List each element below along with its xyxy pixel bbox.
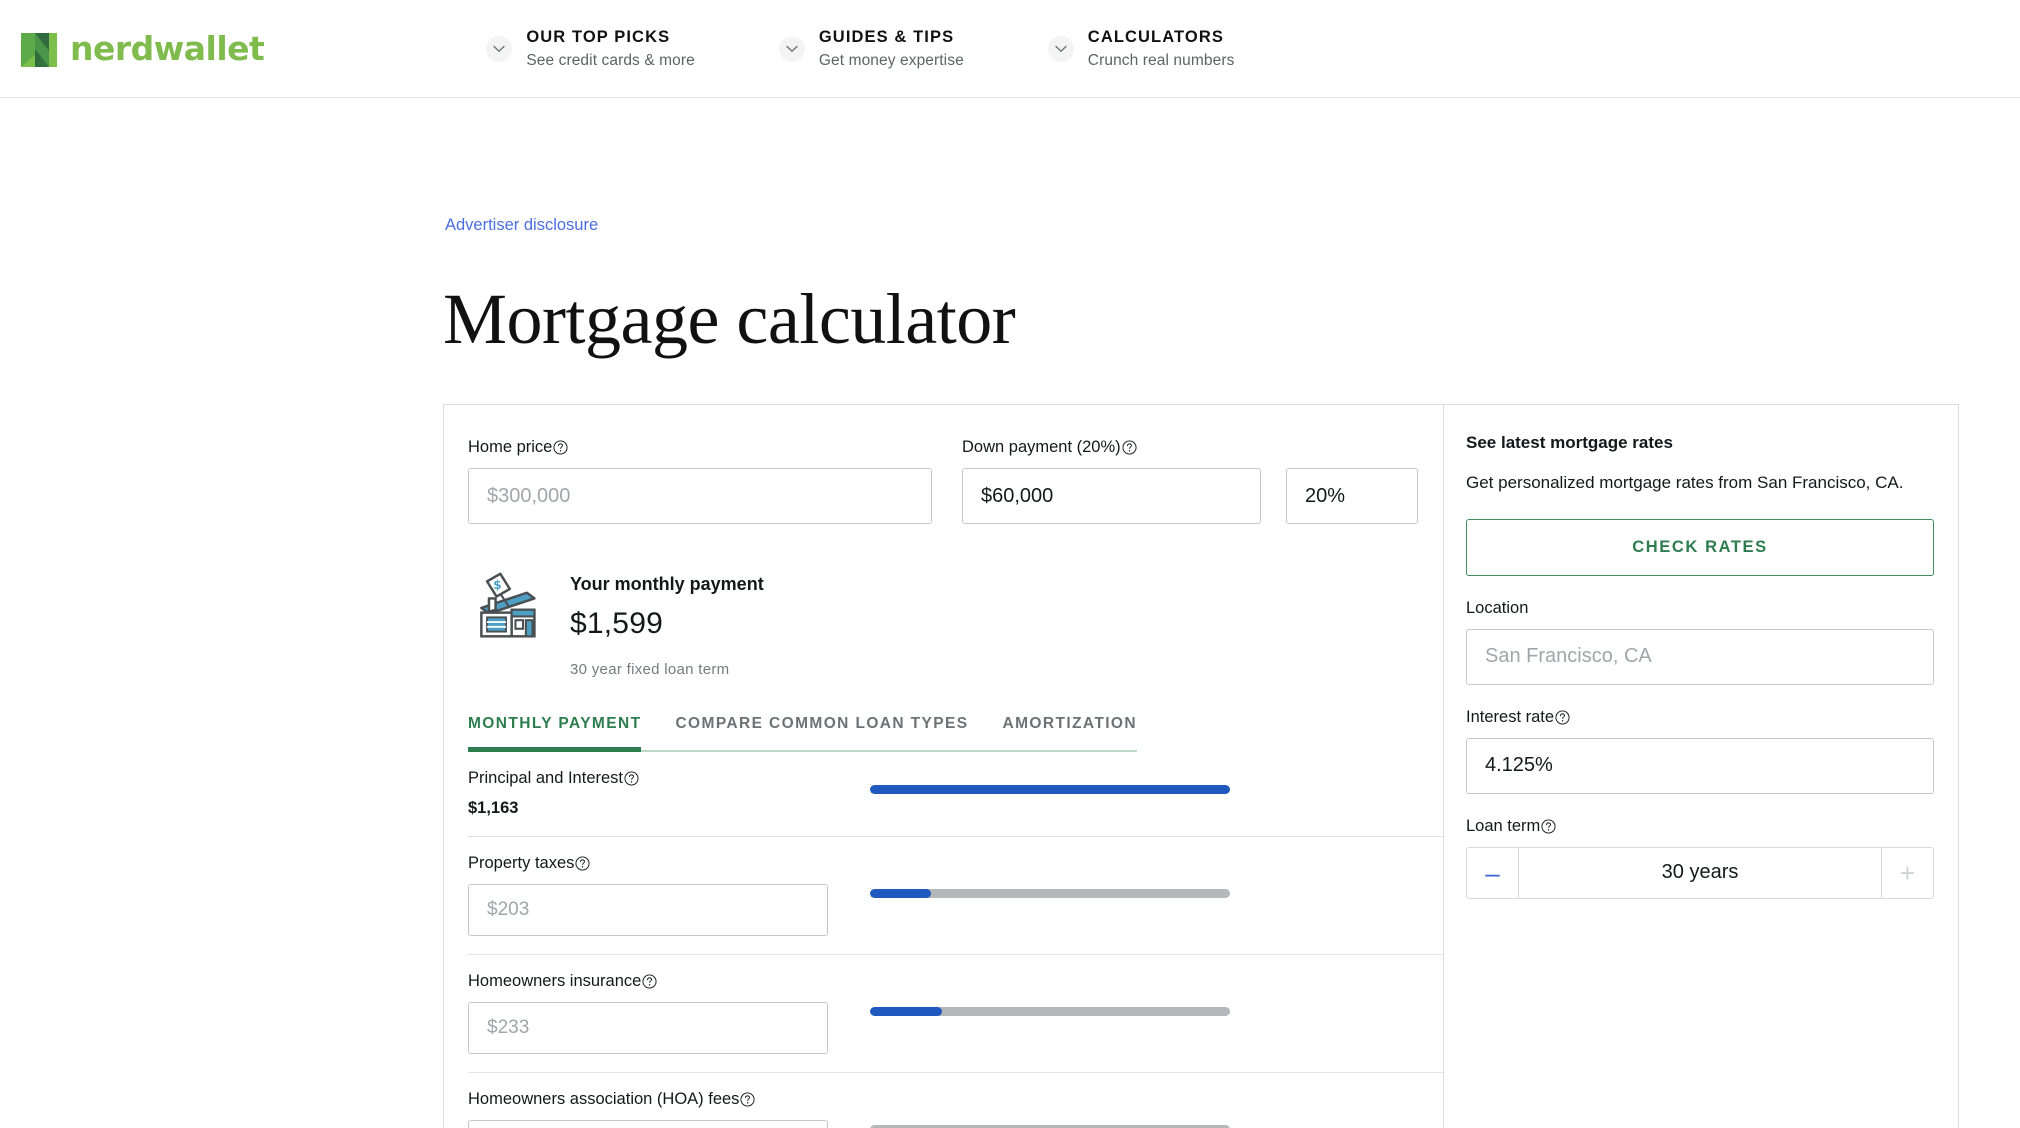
chevron-down-icon xyxy=(779,36,805,62)
nav-title: OUR TOP PICKS xyxy=(526,28,695,47)
mortgage-calculator-card: Home price $300,000 Down payment (20%) xyxy=(443,404,1959,1128)
breakdown-row-homeowners-insurance: Homeowners insurance $233 xyxy=(468,955,1443,1073)
monthly-payment-texts: Your monthly payment $1,599 30 year fixe… xyxy=(570,568,764,678)
page-title: Mortgage calculator xyxy=(443,278,1015,361)
nav-item-our-top-picks[interactable]: OUR TOP PICKS See credit cards & more xyxy=(486,28,695,70)
nav-title: GUIDES & TIPS xyxy=(819,28,964,47)
advertiser-disclosure-link[interactable]: Advertiser disclosure xyxy=(445,216,598,235)
help-question-icon[interactable] xyxy=(642,974,657,989)
site-header: nerdwallet OUR TOP PICKS See credit card… xyxy=(0,0,2020,98)
home-price-field-group: Home price $300,000 xyxy=(468,438,932,524)
main-navigation: OUR TOP PICKS See credit cards & more GU… xyxy=(486,28,1234,70)
down-payment-amount-input[interactable]: $60,000 xyxy=(962,468,1261,524)
loan-term-value: 30 years xyxy=(1519,848,1881,898)
nav-subtitle: Get money expertise xyxy=(819,52,964,70)
tab-spacer xyxy=(969,715,1003,752)
breakdown-row-left: Homeowners insurance $233 xyxy=(468,972,851,1054)
chevron-down-icon xyxy=(486,36,512,62)
help-question-icon[interactable] xyxy=(553,440,568,455)
breakdown-row-left: Property taxes $203 xyxy=(468,854,851,936)
loan-term-stepper: – 30 years + xyxy=(1466,847,1934,899)
breakdown-progress-fill xyxy=(870,889,931,898)
breakdown-label: Homeowners association (HOA) fees xyxy=(468,1090,851,1109)
help-question-icon[interactable] xyxy=(1122,440,1137,455)
nav-item-guides-tips[interactable]: GUIDES & TIPS Get money expertise xyxy=(779,28,964,70)
breakdown-progress-fill xyxy=(870,1007,942,1016)
monthly-payment-title: Your monthly payment xyxy=(570,574,764,595)
nerdwallet-wordmark: nerdwallet xyxy=(70,32,264,65)
nav-title: CALCULATORS xyxy=(1088,28,1235,47)
breakdown-label: Property taxes xyxy=(468,854,851,873)
breakdown-progress-track xyxy=(870,889,1230,898)
homeowners-insurance-input[interactable]: $233 xyxy=(468,1002,828,1054)
breakdown-progress-track xyxy=(870,1007,1230,1016)
home-price-label: Home price xyxy=(468,438,932,457)
monthly-payment-summary: $ Your monthly payment $1,599 xyxy=(468,568,1443,678)
payment-breakdown-list: Principal and Interest $1,163 xyxy=(468,752,1443,1128)
help-question-icon[interactable] xyxy=(624,771,639,786)
down-payment-percent-input[interactable]: 20% xyxy=(1286,468,1418,524)
nav-subtitle: See credit cards & more xyxy=(526,52,695,70)
breakdown-progress-fill xyxy=(870,785,1230,794)
help-question-icon[interactable] xyxy=(575,856,590,871)
breakdown-row-principal-interest: Principal and Interest $1,163 xyxy=(468,752,1443,837)
tab-spacer xyxy=(641,715,675,752)
breakdown-row-left: Homeowners association (HOA) fees $0 xyxy=(468,1090,851,1128)
mortgage-rates-sidebar: See latest mortgage rates Get personaliz… xyxy=(1443,405,1958,1128)
property-taxes-input[interactable]: $203 xyxy=(468,884,828,936)
calculator-tabs: MONTHLY PAYMENT COMPARE COMMON LOAN TYPE… xyxy=(468,715,1443,752)
sidebar-description: Get personalized mortgage rates from San… xyxy=(1466,470,1934,497)
help-question-icon[interactable] xyxy=(1541,819,1556,834)
loan-term-increment-button[interactable]: + xyxy=(1881,848,1933,898)
breakdown-label: Homeowners insurance xyxy=(468,972,851,991)
home-price-input[interactable]: $300,000 xyxy=(468,468,932,524)
down-payment-label: Down payment (20%) xyxy=(962,438,1418,457)
help-question-icon[interactable] xyxy=(1555,710,1570,725)
house-with-price-tag-icon: $ xyxy=(468,568,544,647)
breakdown-row-property-taxes: Property taxes $203 xyxy=(468,837,1443,955)
loan-term-label: Loan term xyxy=(1466,817,1934,836)
tab-compare-common-loan-types[interactable]: COMPARE COMMON LOAN TYPES xyxy=(675,715,968,752)
nav-item-calculators[interactable]: CALCULATORS Crunch real numbers xyxy=(1048,28,1235,70)
sidebar-heading: See latest mortgage rates xyxy=(1466,433,1934,453)
down-payment-field-group: Down payment (20%) $60,000 20% xyxy=(962,438,1418,524)
monthly-payment-term-note: 30 year fixed loan term xyxy=(570,661,764,678)
chevron-down-icon xyxy=(1048,36,1074,62)
svg-text:$: $ xyxy=(493,578,502,592)
breakdown-label: Principal and Interest xyxy=(468,769,851,788)
interest-rate-input[interactable]: 4.125% xyxy=(1466,738,1934,794)
tab-tail-spacer xyxy=(1137,715,1443,752)
nerdwallet-n-logo-icon xyxy=(18,28,60,70)
help-question-icon[interactable] xyxy=(740,1092,755,1107)
tab-monthly-payment[interactable]: MONTHLY PAYMENT xyxy=(468,715,641,752)
location-label: Location xyxy=(1466,599,1934,618)
monthly-payment-amount: $1,599 xyxy=(570,607,764,641)
calculator-main-panel: Home price $300,000 Down payment (20%) xyxy=(444,405,1443,1128)
nerdwallet-logo[interactable]: nerdwallet xyxy=(18,28,264,70)
location-input[interactable]: San Francisco, CA xyxy=(1466,629,1934,685)
check-rates-button[interactable]: CHECK RATES xyxy=(1466,519,1934,576)
hoa-fees-input[interactable]: $0 xyxy=(468,1120,828,1128)
interest-rate-label: Interest rate xyxy=(1466,708,1934,727)
breakdown-row-hoa-fees: Homeowners association (HOA) fees $0 xyxy=(468,1073,1443,1128)
tab-amortization[interactable]: AMORTIZATION xyxy=(1003,715,1137,752)
breakdown-progress-track xyxy=(870,785,1230,794)
breakdown-value: $1,163 xyxy=(468,799,851,818)
loan-term-decrement-button[interactable]: – xyxy=(1467,848,1519,898)
breakdown-row-left: Principal and Interest $1,163 xyxy=(468,769,851,818)
nav-subtitle: Crunch real numbers xyxy=(1088,52,1235,70)
top-inputs-row: Home price $300,000 Down payment (20%) xyxy=(468,438,1443,524)
